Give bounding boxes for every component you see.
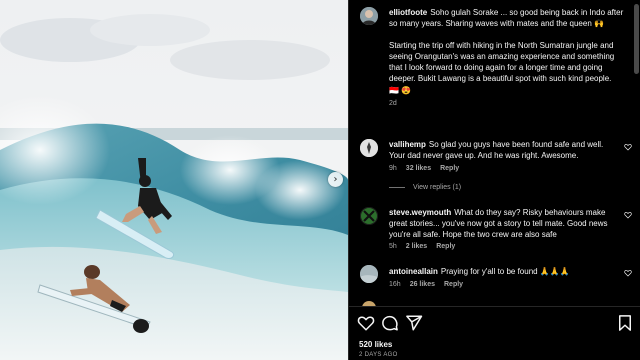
avatar-image <box>360 7 378 25</box>
caption-username[interactable]: elliotfoote <box>389 8 427 17</box>
comment-username[interactable]: antoineallain <box>389 267 438 276</box>
paper-plane-icon[interactable] <box>405 314 423 332</box>
scrollbar-thumb[interactable] <box>634 4 639 74</box>
comment-likes[interactable]: 26 likes <box>410 281 435 288</box>
surf-photo-illustration <box>0 0 348 360</box>
likes-count[interactable]: 520 likes <box>359 340 392 349</box>
caption: elliotfoote Soho gulah Sorake ... so good… <box>389 7 629 109</box>
comment-likes[interactable]: 32 likes <box>406 165 431 172</box>
avatar-image <box>360 139 378 157</box>
avatar-image <box>360 207 378 225</box>
post-date: 2 DAYS AGO <box>359 352 398 358</box>
comment: steve.weymouth What do they say? Risky be… <box>389 207 617 240</box>
avatar-image <box>360 265 378 283</box>
post-photo: › <box>0 0 348 360</box>
post-details-panel: elliotfoote Soho gulah Sorake ... so good… <box>348 0 640 360</box>
avatar[interactable] <box>360 207 378 225</box>
comment-meta: 5h 2 likes Reply <box>389 243 464 250</box>
comment-text: Praying for y'all to be found 🙏🙏🙏 <box>440 267 570 276</box>
comment-username[interactable]: vallihemp <box>389 140 426 149</box>
comment: antoineallain Praying for y'all to be fou… <box>389 266 617 277</box>
reply-button[interactable]: Reply <box>436 243 455 250</box>
reply-button[interactable]: Reply <box>444 281 463 288</box>
heart-icon[interactable] <box>357 314 375 332</box>
avatar[interactable] <box>360 7 378 25</box>
comment-meta: 16h 26 likes Reply <box>389 281 472 288</box>
comment-username[interactable]: steve.weymouth <box>389 208 451 217</box>
view-replies-label: View replies (1) <box>413 184 462 191</box>
action-bar <box>349 314 640 334</box>
comments-scroll-area[interactable]: elliotfoote Soho gulah Sorake ... so good… <box>349 0 633 306</box>
comment-icon[interactable] <box>381 314 399 332</box>
scrollbar[interactable] <box>634 0 639 306</box>
comment-heart-icon[interactable] <box>624 269 632 277</box>
comment-time: 5h <box>389 243 397 250</box>
divider <box>389 187 405 188</box>
comment-likes[interactable]: 2 likes <box>406 243 427 250</box>
next-photo-button[interactable]: › <box>328 172 343 187</box>
comment-heart-icon[interactable] <box>624 211 632 219</box>
comment-heart-icon[interactable] <box>624 143 632 151</box>
caption-line-2: Starting the trip off with hiking in the… <box>389 41 615 83</box>
avatar[interactable] <box>360 265 378 283</box>
caption-time: 2d <box>389 100 397 107</box>
comment-time: 16h <box>389 281 401 288</box>
chevron-right-icon: › <box>333 173 338 185</box>
bookmark-icon[interactable] <box>616 314 634 332</box>
comment-meta: 9h 32 likes Reply <box>389 165 468 172</box>
divider <box>349 306 640 307</box>
view-replies-button[interactable]: View replies (1) <box>389 184 461 191</box>
comment: vallihemp So glad you guys have been foun… <box>389 139 617 161</box>
avatar[interactable] <box>360 139 378 157</box>
caption-line-3: 🇮🇩 😍 <box>389 86 412 95</box>
reply-button[interactable]: Reply <box>440 165 459 172</box>
comment-time: 9h <box>389 165 397 172</box>
